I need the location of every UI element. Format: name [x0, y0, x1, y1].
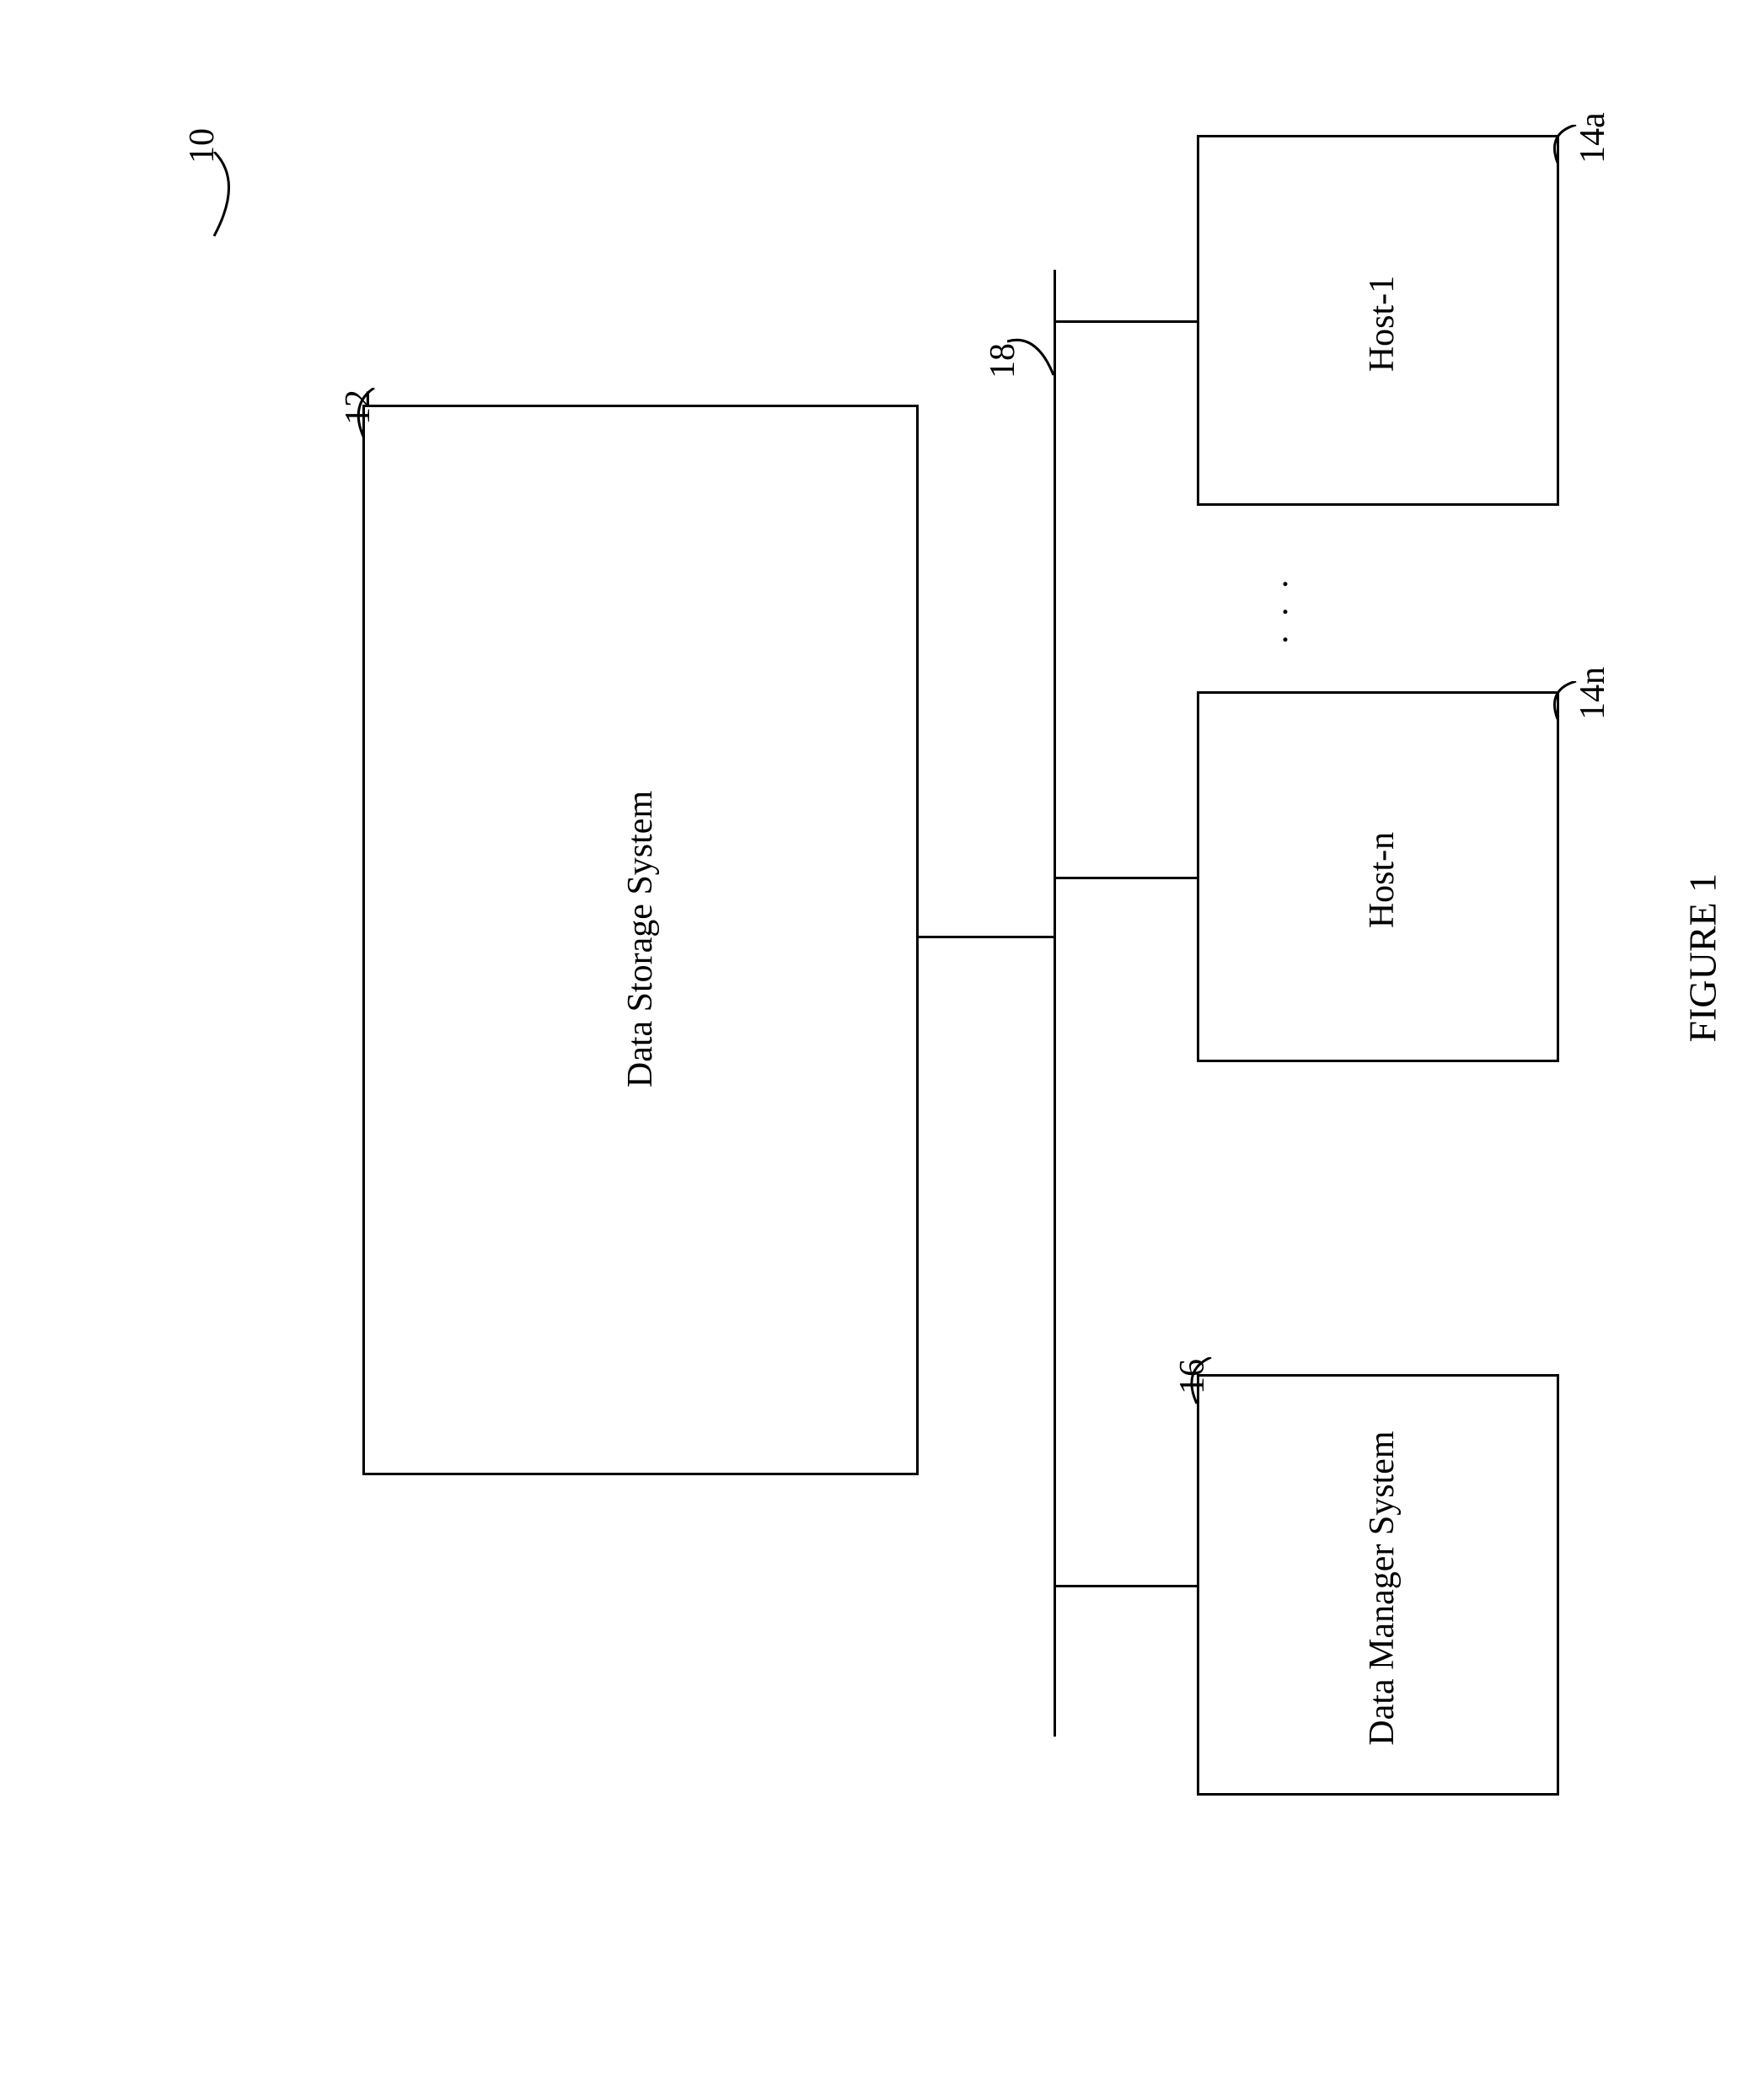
conn-host1 — [1056, 320, 1197, 323]
leader-12 — [349, 388, 383, 447]
label-host-n: Host-n — [1362, 821, 1402, 939]
conn-hostn — [1056, 877, 1197, 879]
bus-line — [1054, 270, 1056, 1737]
leader-18 — [1007, 337, 1066, 388]
leader-10 — [197, 152, 256, 253]
conn-manager — [1056, 1585, 1197, 1587]
conn-storage-to-bus — [919, 936, 1054, 938]
label-storage: Data Storage System — [620, 770, 661, 1108]
leader-16 — [1182, 1357, 1220, 1408]
diagram-canvas: 10 Data Storage System 12 18 Host-1 14a … — [0, 0, 1764, 2094]
leader-14n — [1542, 681, 1580, 723]
ellipsis-hosts: . . . — [1256, 560, 1296, 644]
figure-caption: FIGURE 1 — [1681, 857, 1725, 1043]
leader-14a — [1542, 125, 1580, 167]
label-manager: Data Manager System — [1362, 1411, 1402, 1765]
label-host-1: Host-1 — [1362, 265, 1402, 383]
